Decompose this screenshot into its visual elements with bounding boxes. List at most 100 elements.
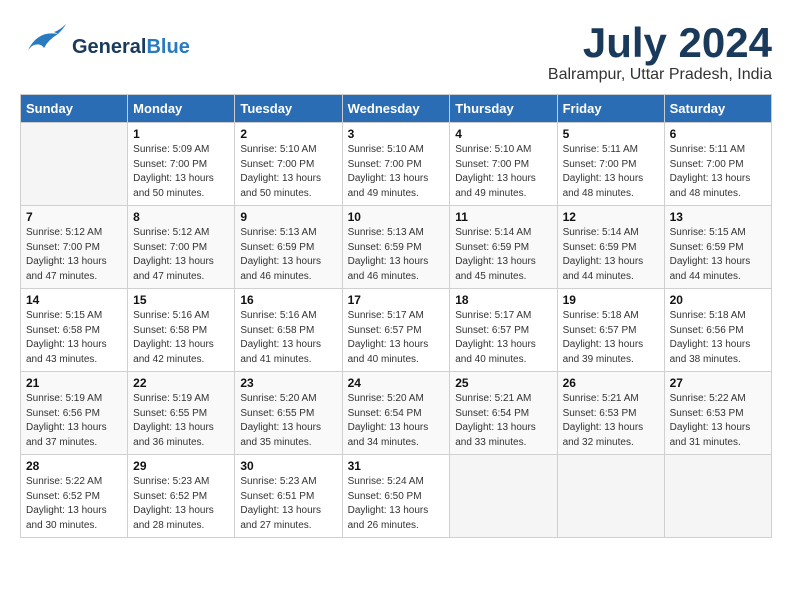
day-number: 9	[240, 210, 336, 224]
day-cell: 11 Sunrise: 5:14 AMSunset: 6:59 PMDayligh…	[450, 206, 557, 289]
day-cell	[664, 455, 771, 538]
day-cell: 1Sunrise: 5:09 AMSunset: 7:00 PMDaylight…	[128, 123, 235, 206]
day-cell: 18Sunrise: 5:17 AMSunset: 6:57 PMDayligh…	[450, 289, 557, 372]
week-row-2: 7 Sunrise: 5:12 AMSunset: 7:00 PMDaylight…	[21, 206, 772, 289]
header-cell-thursday: Thursday	[450, 95, 557, 123]
day-info: Sunrise: 5:10 AMSunset: 7:00 PMDaylight:…	[348, 143, 445, 201]
day-number: 31	[348, 459, 445, 473]
week-row-3: 14 Sunrise: 5:15 AMSunset: 6:58 PMDayligh…	[21, 289, 772, 372]
header-cell-tuesday: Tuesday	[235, 95, 342, 123]
day-number: 30	[240, 459, 336, 473]
week-row-5: 28Sunrise: 5:22 AMSunset: 6:52 PMDayligh…	[21, 455, 772, 538]
day-info: Sunrise: 5:14 AMSunset: 6:59 PMDaylight:…	[563, 226, 659, 284]
day-number: 7	[26, 210, 122, 224]
day-info: Sunrise: 5:17 AMSunset: 6:57 PMDaylight:…	[455, 309, 551, 367]
day-number: 28	[26, 459, 122, 473]
location-subtitle: Balrampur, Uttar Pradesh, India	[548, 66, 772, 84]
day-cell: 29 Sunrise: 5:23 AMSunset: 6:52 PMDayligh…	[128, 455, 235, 538]
header-cell-saturday: Saturday	[664, 95, 771, 123]
day-number: 2	[240, 127, 336, 141]
day-number: 1	[133, 127, 229, 141]
header-row: SundayMondayTuesdayWednesdayThursdayFrid…	[21, 95, 772, 123]
day-info: Sunrise: 5:10 AMSunset: 7:00 PMDaylight:…	[240, 143, 336, 201]
day-number: 14	[26, 293, 122, 307]
day-info: Sunrise: 5:11 AMSunset: 7:00 PMDaylight:…	[670, 143, 766, 201]
day-info: Sunrise: 5:21 AMSunset: 6:54 PMDaylight:…	[455, 392, 551, 450]
day-number: 23	[240, 376, 336, 390]
day-info: Sunrise: 5:18 AMSunset: 6:56 PMDaylight:…	[670, 309, 766, 367]
day-cell: 25 Sunrise: 5:21 AMSunset: 6:54 PMDayligh…	[450, 372, 557, 455]
day-info: Sunrise: 5:19 AMSunset: 6:56 PMDaylight:…	[26, 392, 122, 450]
day-number: 20	[670, 293, 766, 307]
day-number: 22	[133, 376, 229, 390]
day-number: 5	[563, 127, 659, 141]
day-cell: 7Sunrise: 5:12 AMSunset: 7:00 PMDaylight…	[21, 206, 128, 289]
day-number: 4	[455, 127, 551, 141]
week-row-1: 1Sunrise: 5:09 AMSunset: 7:00 PMDaylight…	[21, 123, 772, 206]
title-area: July 2024 Balrampur, Uttar Pradesh, Indi…	[548, 20, 772, 84]
day-number: 13	[670, 210, 766, 224]
day-number: 11	[455, 210, 551, 224]
day-cell: 22 Sunrise: 5:19 AMSunset: 6:55 PMDayligh…	[128, 372, 235, 455]
day-number: 12	[563, 210, 659, 224]
day-info: Sunrise: 5:20 AMSunset: 6:54 PMDaylight:…	[348, 392, 445, 450]
calendar-table: SundayMondayTuesdayWednesdayThursdayFrid…	[20, 94, 772, 538]
day-info: Sunrise: 5:20 AMSunset: 6:55 PMDaylight:…	[240, 392, 336, 450]
day-info: Sunrise: 5:22 AMSunset: 6:53 PMDaylight:…	[670, 392, 766, 450]
day-info: Sunrise: 5:15 AMSunset: 6:58 PMDaylight:…	[26, 309, 122, 367]
day-info: Sunrise: 5:13 AMSunset: 6:59 PMDaylight:…	[348, 226, 445, 284]
day-cell: 9 Sunrise: 5:13 AMSunset: 6:59 PMDaylight…	[235, 206, 342, 289]
logo-general: GeneralBlue	[72, 36, 190, 58]
day-cell: 10 Sunrise: 5:13 AMSunset: 6:59 PMDayligh…	[342, 206, 450, 289]
day-cell: 31Sunrise: 5:24 AMSunset: 6:50 PMDayligh…	[342, 455, 450, 538]
day-cell	[557, 455, 664, 538]
day-number: 21	[26, 376, 122, 390]
day-cell: 8Sunrise: 5:12 AMSunset: 7:00 PMDaylight…	[128, 206, 235, 289]
day-cell: 27 Sunrise: 5:22 AMSunset: 6:53 PMDayligh…	[664, 372, 771, 455]
main-title: July 2024	[548, 20, 772, 66]
day-number: 15	[133, 293, 229, 307]
day-number: 29	[133, 459, 229, 473]
day-info: Sunrise: 5:18 AMSunset: 6:57 PMDaylight:…	[563, 309, 659, 367]
header-cell-wednesday: Wednesday	[342, 95, 450, 123]
day-info: Sunrise: 5:23 AMSunset: 6:52 PMDaylight:…	[133, 475, 229, 533]
day-info: Sunrise: 5:12 AMSunset: 7:00 PMDaylight:…	[133, 226, 229, 284]
day-cell: 23 Sunrise: 5:20 AMSunset: 6:55 PMDayligh…	[235, 372, 342, 455]
day-number: 27	[670, 376, 766, 390]
day-cell: 28Sunrise: 5:22 AMSunset: 6:52 PMDayligh…	[21, 455, 128, 538]
week-row-4: 21 Sunrise: 5:19 AMSunset: 6:56 PMDayligh…	[21, 372, 772, 455]
day-cell: 15Sunrise: 5:16 AMSunset: 6:58 PMDayligh…	[128, 289, 235, 372]
day-number: 6	[670, 127, 766, 141]
day-cell: 19 Sunrise: 5:18 AMSunset: 6:57 PMDayligh…	[557, 289, 664, 372]
day-number: 10	[348, 210, 445, 224]
day-info: Sunrise: 5:14 AMSunset: 6:59 PMDaylight:…	[455, 226, 551, 284]
day-cell: 12 Sunrise: 5:14 AMSunset: 6:59 PMDayligh…	[557, 206, 664, 289]
calendar-header: SundayMondayTuesdayWednesdayThursdayFrid…	[21, 95, 772, 123]
day-number: 24	[348, 376, 445, 390]
logo-bird-icon	[20, 20, 68, 73]
day-info: Sunrise: 5:15 AMSunset: 6:59 PMDaylight:…	[670, 226, 766, 284]
day-cell: 26Sunrise: 5:21 AMSunset: 6:53 PMDayligh…	[557, 372, 664, 455]
day-info: Sunrise: 5:17 AMSunset: 6:57 PMDaylight:…	[348, 309, 445, 367]
logo: GeneralBlue	[20, 20, 190, 73]
day-info: Sunrise: 5:19 AMSunset: 6:55 PMDaylight:…	[133, 392, 229, 450]
day-cell: 20 Sunrise: 5:18 AMSunset: 6:56 PMDayligh…	[664, 289, 771, 372]
day-cell: 13 Sunrise: 5:15 AMSunset: 6:59 PMDayligh…	[664, 206, 771, 289]
day-cell: 3Sunrise: 5:10 AMSunset: 7:00 PMDaylight…	[342, 123, 450, 206]
day-cell: 30 Sunrise: 5:23 AMSunset: 6:51 PMDayligh…	[235, 455, 342, 538]
header-cell-sunday: Sunday	[21, 95, 128, 123]
day-cell	[21, 123, 128, 206]
day-number: 19	[563, 293, 659, 307]
day-cell	[450, 455, 557, 538]
day-info: Sunrise: 5:23 AMSunset: 6:51 PMDaylight:…	[240, 475, 336, 533]
header-cell-monday: Monday	[128, 95, 235, 123]
day-info: Sunrise: 5:13 AMSunset: 6:59 PMDaylight:…	[240, 226, 336, 284]
day-info: Sunrise: 5:10 AMSunset: 7:00 PMDaylight:…	[455, 143, 551, 201]
day-number: 25	[455, 376, 551, 390]
calendar-body: 1Sunrise: 5:09 AMSunset: 7:00 PMDaylight…	[21, 123, 772, 538]
day-info: Sunrise: 5:21 AMSunset: 6:53 PMDaylight:…	[563, 392, 659, 450]
day-cell: 5 Sunrise: 5:11 AMSunset: 7:00 PMDaylight…	[557, 123, 664, 206]
day-cell: 24 Sunrise: 5:20 AMSunset: 6:54 PMDayligh…	[342, 372, 450, 455]
header: GeneralBlue July 2024 Balrampur, Uttar P…	[20, 20, 772, 84]
day-info: Sunrise: 5:11 AMSunset: 7:00 PMDaylight:…	[563, 143, 659, 201]
